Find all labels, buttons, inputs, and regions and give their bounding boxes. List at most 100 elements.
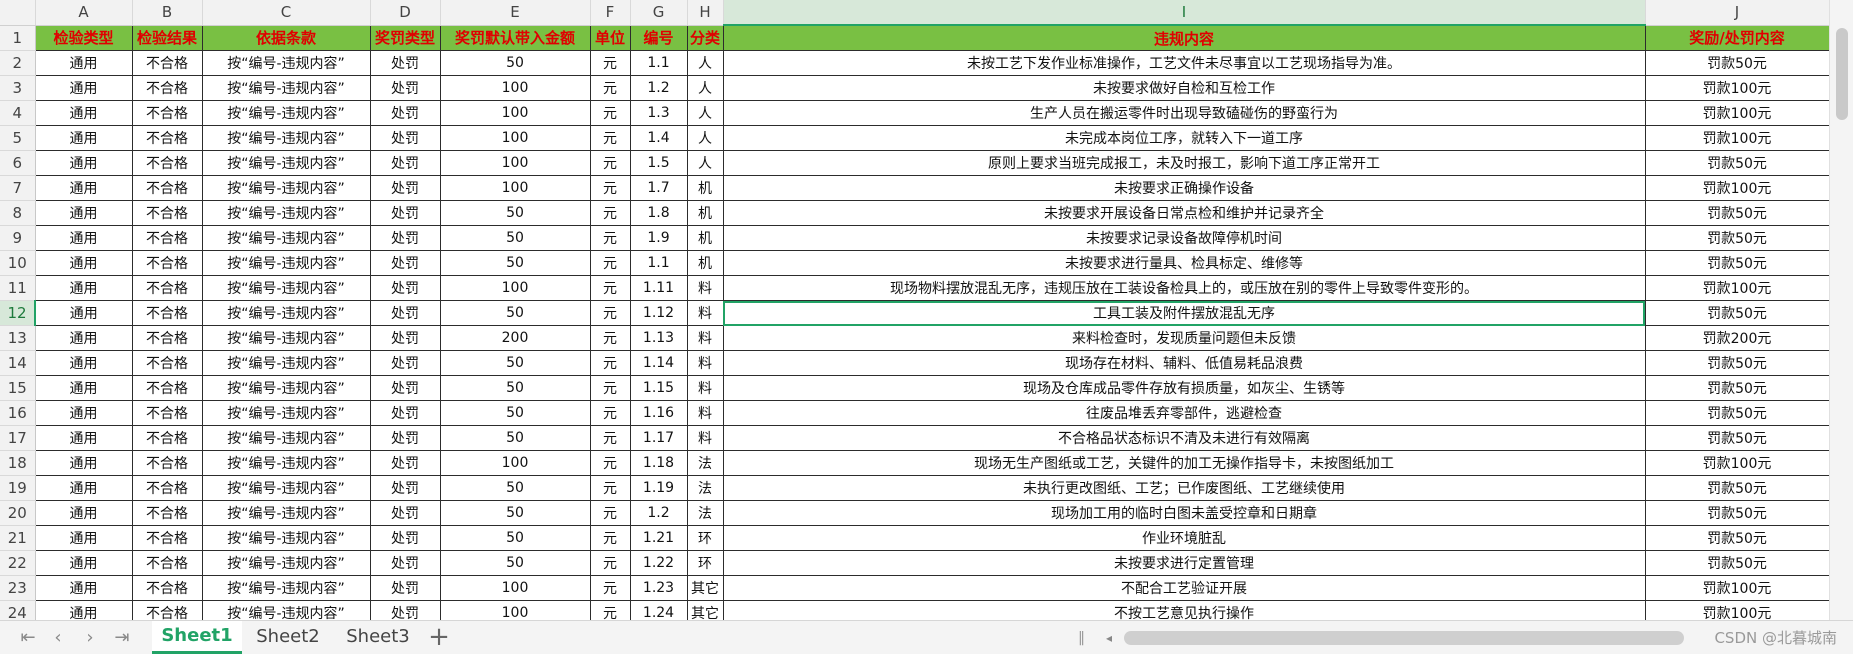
cell[interactable]: 料: [686, 375, 724, 401]
cell[interactable]: 按“编号-违规内容”: [201, 175, 371, 201]
cell[interactable]: 往废品堆丢弃零部件，逃避检查: [722, 400, 1646, 426]
cell[interactable]: 50: [439, 550, 591, 576]
cell[interactable]: 按“编号-违规内容”: [201, 225, 371, 251]
first-sheet-icon[interactable]: ⇤: [14, 627, 42, 649]
cell[interactable]: 1.22: [629, 550, 688, 576]
previous-sheet-icon[interactable]: ‹: [44, 627, 72, 649]
split-handle-icon[interactable]: ‖: [1078, 629, 1085, 647]
cell[interactable]: 作业环境脏乱: [722, 525, 1646, 551]
cell[interactable]: 元: [589, 500, 631, 526]
cell[interactable]: 不合格: [131, 50, 203, 76]
row-number[interactable]: 22: [0, 550, 36, 576]
cell[interactable]: 不合格: [131, 300, 203, 326]
tab-sheet3[interactable]: Sheet3: [334, 621, 422, 653]
cell[interactable]: 不合格: [131, 375, 203, 401]
row-number[interactable]: 3: [0, 75, 36, 101]
cell[interactable]: 不合格: [131, 550, 203, 576]
cell[interactable]: 处罚: [369, 100, 441, 126]
cell[interactable]: 200: [439, 325, 591, 351]
cell[interactable]: 通用: [34, 50, 133, 76]
cell[interactable]: 未按要求正确操作设备: [722, 175, 1646, 201]
column-header-g[interactable]: G: [630, 0, 688, 26]
cell[interactable]: 按“编号-违规内容”: [201, 325, 371, 351]
cell[interactable]: 处罚: [369, 75, 441, 101]
cell[interactable]: 现场存在材料、辅料、低值易耗品浪费: [722, 350, 1646, 376]
cell[interactable]: 料: [686, 325, 724, 351]
cell[interactable]: 处罚: [369, 500, 441, 526]
row-number[interactable]: 19: [0, 475, 36, 501]
column-header-e[interactable]: E: [440, 0, 591, 26]
cell[interactable]: 处罚: [369, 350, 441, 376]
cell[interactable]: 100: [439, 150, 591, 176]
header-cell[interactable]: 违规内容: [722, 24, 1646, 51]
cell[interactable]: 原则上要求当班完成报工，未及时报工，影响下道工序正常开工: [722, 150, 1646, 176]
sheet-table[interactable]: ABCDEFGHIJ 1 检验类型 检验结果 依据条款 奖罚类型 奖罚默认带入金额 单位 编号…: [0, 0, 1830, 620]
cell[interactable]: 50: [439, 525, 591, 551]
cell[interactable]: 按“编号-违规内容”: [201, 375, 371, 401]
row-number[interactable]: 1: [0, 25, 36, 51]
cell[interactable]: 100: [439, 275, 591, 301]
spreadsheet-grid[interactable]: ABCDEFGHIJ 1 检验类型 检验结果 依据条款 奖罚类型 奖罚默认带入金额 单位 编号…: [0, 0, 1853, 620]
cell[interactable]: 罚款50元: [1644, 150, 1830, 176]
column-header-a[interactable]: A: [35, 0, 133, 26]
cell[interactable]: 元: [589, 175, 631, 201]
cell[interactable]: 不合格: [131, 575, 203, 601]
cell[interactable]: 法: [686, 500, 724, 526]
cell[interactable]: 元: [589, 400, 631, 426]
cell[interactable]: 按“编号-违规内容”: [201, 400, 371, 426]
cell[interactable]: 机: [686, 225, 724, 251]
next-sheet-icon[interactable]: ›: [76, 627, 104, 649]
cell[interactable]: 100: [439, 450, 591, 476]
cell[interactable]: 不合格: [131, 475, 203, 501]
cell[interactable]: 不合格: [131, 525, 203, 551]
cell[interactable]: 按“编号-违规内容”: [201, 300, 371, 326]
cell[interactable]: 100: [439, 600, 591, 620]
cell[interactable]: 处罚: [369, 225, 441, 251]
header-cell[interactable]: 奖励/处罚内容: [1644, 24, 1830, 51]
tab-sheet1[interactable]: Sheet1: [152, 621, 242, 654]
cell[interactable]: 法: [686, 450, 724, 476]
cell[interactable]: 1.1: [629, 50, 688, 76]
cell[interactable]: 通用: [34, 550, 133, 576]
cell[interactable]: 按“编号-违规内容”: [201, 550, 371, 576]
cell[interactable]: 1.1: [629, 250, 688, 276]
column-header-j[interactable]: J: [1645, 0, 1830, 26]
cell[interactable]: 机: [686, 250, 724, 276]
scroll-left-icon[interactable]: ◂: [1100, 627, 1118, 649]
cell[interactable]: 处罚: [369, 300, 441, 326]
cell[interactable]: 生产人员在搬运零件时出现导致磕碰伤的野蛮行为: [722, 100, 1646, 126]
cell[interactable]: 1.9: [629, 225, 688, 251]
cell[interactable]: 法: [686, 475, 724, 501]
header-cell[interactable]: 检验类型: [34, 24, 133, 51]
cell[interactable]: 元: [589, 275, 631, 301]
row-number[interactable]: 24: [0, 600, 36, 620]
cell[interactable]: 通用: [34, 525, 133, 551]
cell[interactable]: 按“编号-违规内容”: [201, 450, 371, 476]
header-cell[interactable]: 编号: [629, 24, 688, 51]
cell[interactable]: 未执行更改图纸、工艺；已作废图纸、工艺继续使用: [722, 475, 1646, 501]
row-number[interactable]: 7: [0, 175, 36, 201]
cell[interactable]: 通用: [34, 400, 133, 426]
cell[interactable]: 处罚: [369, 275, 441, 301]
cell[interactable]: 处罚: [369, 125, 441, 151]
cell[interactable]: 机: [686, 175, 724, 201]
cell[interactable]: 元: [589, 75, 631, 101]
cell[interactable]: 罚款100元: [1644, 600, 1830, 620]
row-number[interactable]: 9: [0, 225, 36, 251]
cell[interactable]: 机: [686, 200, 724, 226]
cell[interactable]: 按“编号-违规内容”: [201, 425, 371, 451]
tab-sheet2[interactable]: Sheet2: [244, 621, 332, 653]
cell[interactable]: 按“编号-违规内容”: [201, 575, 371, 601]
cell[interactable]: 罚款100元: [1644, 175, 1830, 201]
cell[interactable]: 未按要求进行量具、检具标定、维修等: [722, 250, 1646, 276]
cell[interactable]: 按“编号-违规内容”: [201, 250, 371, 276]
cell[interactable]: 罚款50元: [1644, 400, 1830, 426]
cell[interactable]: 50: [439, 400, 591, 426]
column-header-f[interactable]: F: [590, 0, 631, 26]
row-number[interactable]: 12: [0, 300, 36, 326]
cell[interactable]: 通用: [34, 450, 133, 476]
cell[interactable]: 处罚: [369, 400, 441, 426]
cell[interactable]: 元: [589, 575, 631, 601]
cell[interactable]: 100: [439, 175, 591, 201]
cell[interactable]: 1.2: [629, 75, 688, 101]
